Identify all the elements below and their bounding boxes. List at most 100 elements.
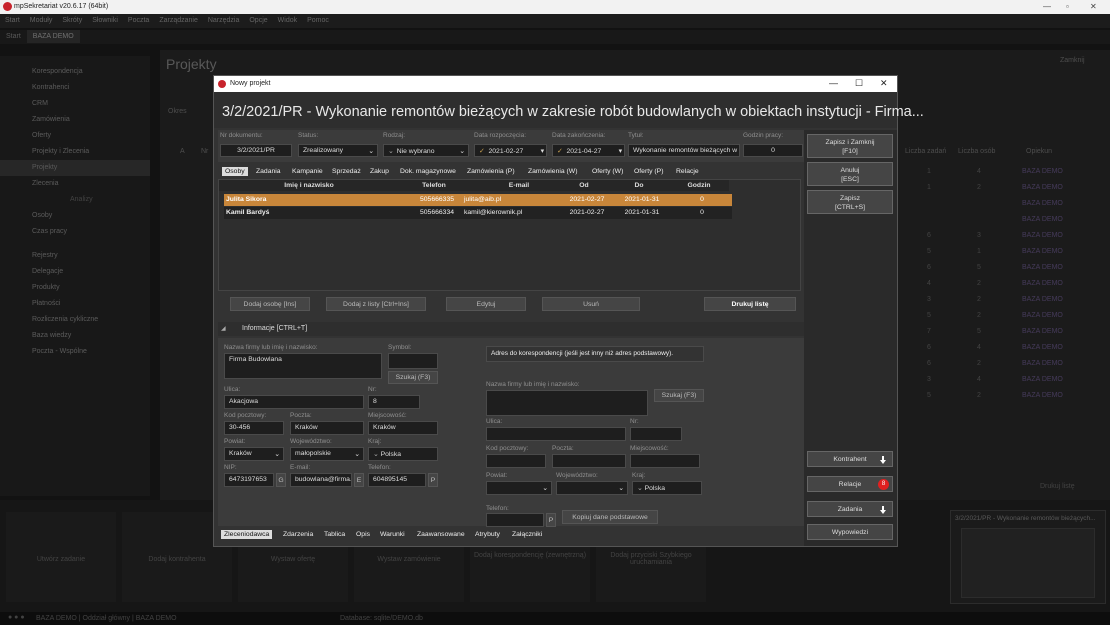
correspondence-phone-button[interactable]: P — [546, 513, 556, 527]
end-date-value: 2021-04-27 — [566, 148, 602, 155]
info-section-label: Informacje [CTRL+T] — [242, 325, 308, 332]
column-header: E-mail — [508, 182, 530, 189]
relations-button[interactable]: Relacje 8 — [807, 476, 893, 492]
tab-zdarzenia[interactable]: Zdarzenia — [283, 531, 313, 538]
email-field[interactable]: budowlana@firma. — [290, 473, 352, 487]
tab-oferty-p[interactable]: Oferty (P) — [634, 168, 663, 175]
client-name-field[interactable]: Firma Budowlana — [224, 353, 382, 379]
type-select[interactable]: ⌄ Nie wybrano ⌄ — [383, 144, 469, 157]
voivodeship-select[interactable]: małopolskie ⌄ — [290, 447, 364, 461]
status-select[interactable]: Zrealizowany ⌄ — [298, 144, 378, 157]
end-date-field[interactable]: ✓ 2021-04-27 ▾ — [552, 144, 625, 157]
correspondence-search-button[interactable]: Szukaj (F3) — [654, 389, 704, 402]
tab-kampanie[interactable]: Kampanie — [292, 168, 323, 175]
tab-sprzedaz[interactable]: Sprzedaż — [332, 168, 361, 175]
correspondence-post-office-field[interactable] — [552, 454, 626, 468]
correspondence-city-field[interactable] — [630, 454, 700, 468]
tab-zalaczniki[interactable]: Załączniki — [512, 531, 542, 538]
checkbox-icon[interactable]: ✓ — [479, 148, 485, 155]
tab-opis[interactable]: Opis — [356, 531, 370, 538]
nip-lookup-button[interactable]: G — [276, 473, 286, 487]
close-icon[interactable]: ✕ — [1090, 2, 1097, 11]
tab-warunki[interactable]: Warunki — [380, 531, 405, 538]
dialog-maximize-icon[interactable]: ☐ — [855, 78, 863, 89]
tab-tablica[interactable]: Tablica — [324, 531, 345, 538]
post-office-field[interactable]: Kraków — [290, 421, 364, 435]
add-person-button[interactable]: Dodaj osobę [Ins] — [230, 297, 310, 311]
add-from-list-button[interactable]: Dodaj z listy [Ctrl+Ins] — [326, 297, 426, 311]
postal-code-field[interactable]: 30-456 — [224, 421, 284, 435]
country-field[interactable]: ⌄ Polska — [368, 447, 438, 461]
search-button[interactable]: Szukaj (F3) — [388, 371, 438, 384]
correspondence-name-field[interactable] — [486, 390, 648, 416]
minimize-icon[interactable]: — — [1043, 2, 1051, 11]
county-select[interactable]: Kraków ⌄ — [224, 447, 284, 461]
tab-zakup[interactable]: Zakup — [370, 168, 389, 175]
cell-phone: 505666335 — [419, 196, 455, 203]
start-date-field[interactable]: ✓ 2021-02-27 ▾ — [474, 144, 547, 157]
calendar-dropdown-icon[interactable]: ▾ — [619, 147, 622, 155]
correspondence-postal-field[interactable] — [486, 454, 546, 468]
collapse-icon[interactable]: ◢ — [221, 325, 226, 332]
street-field[interactable]: Akacjowa — [224, 395, 364, 409]
cancel-button[interactable]: Anuluj [ESC] — [807, 162, 893, 186]
symbol-field[interactable] — [388, 353, 438, 369]
cell-hours: 0 — [700, 196, 704, 203]
field-label: Kod pocztowy: — [486, 445, 529, 452]
phone-button[interactable]: P — [428, 473, 438, 487]
edit-button[interactable]: Edytuj — [446, 297, 526, 311]
field-label: Województwo: — [290, 438, 332, 445]
save-and-close-button[interactable]: Zapisz i Zamknij [F10] — [807, 134, 893, 158]
work-hours-field[interactable]: 0 — [743, 144, 803, 157]
table-row[interactable]: Julita Sikora 505666335 julita@aib.pl 20… — [224, 194, 732, 206]
calendar-dropdown-icon[interactable]: ▾ — [541, 147, 544, 155]
tab-oferty-w[interactable]: Oferty (W) — [592, 168, 623, 175]
correspondence-street-field[interactable] — [486, 427, 626, 441]
tab-zamowienia-p[interactable]: Zamówienia (P) — [467, 168, 515, 175]
field-label: Nr: — [368, 386, 377, 393]
cell-name: Kamil Bardyś — [226, 209, 270, 216]
print-list-button[interactable]: Drukuj listę — [704, 297, 796, 311]
notification-badge: 8 — [878, 479, 889, 490]
app-logo-icon — [3, 2, 12, 11]
chevron-down-icon: ⌄ — [373, 451, 379, 458]
copy-basic-data-button[interactable]: Kopiuj dane podstawowe — [562, 510, 658, 524]
save-button[interactable]: Zapisz [CTRL+S] — [807, 190, 893, 214]
cell-name: Julita Sikora — [226, 196, 267, 203]
type-value: Nie wybrano — [396, 148, 435, 155]
checkbox-icon[interactable]: ✓ — [557, 148, 563, 155]
title-field[interactable]: Wykonanie remontów bieżących w — [628, 144, 740, 157]
cell-hours: 0 — [700, 209, 704, 216]
tab-zleceniodawca[interactable]: Zleceniodawca — [221, 530, 273, 539]
tab-zadania[interactable]: Zadania — [256, 168, 281, 175]
phone-field[interactable]: 604895145 — [368, 473, 426, 487]
tab-atrybuty[interactable]: Atrybuty — [475, 531, 500, 538]
correspondence-country-field[interactable]: ⌄ Polska — [632, 481, 702, 495]
tab-zaawansowane[interactable]: Zaawansowane — [417, 531, 465, 538]
tab-dok-magazynowe[interactable]: Dok. magazynowe — [400, 168, 456, 175]
tab-zamowienia-w[interactable]: Zamówienia (W) — [528, 168, 577, 175]
tasks-button[interactable]: Zadania — [807, 501, 893, 517]
dialog-minimize-icon[interactable]: — — [829, 78, 838, 88]
nip-field[interactable]: 6473197653 — [224, 473, 274, 487]
correspondence-voivodeship-select[interactable]: ⌄ — [556, 481, 628, 495]
maximize-icon[interactable]: ▫ — [1066, 2, 1069, 11]
email-button[interactable]: E — [354, 473, 364, 487]
correspondence-phone-field[interactable] — [486, 513, 544, 527]
house-number-field[interactable]: 8 — [368, 395, 420, 409]
statements-button[interactable]: Wypowiedzi — [807, 524, 893, 540]
correspondence-number-field[interactable] — [630, 427, 682, 441]
correspondence-county-select[interactable]: ⌄ — [486, 481, 552, 495]
kontrahent-button[interactable]: Kontrahent — [807, 451, 893, 467]
info-section-header[interactable]: ◢ Informacje [CTRL+T] — [218, 322, 805, 336]
tab-relacje[interactable]: Relacje — [676, 168, 699, 175]
client-info-panel: Nazwa firmy lub imię i nazwisko: Firma B… — [218, 338, 805, 527]
delete-button[interactable]: Usuń — [542, 297, 640, 311]
dialog-close-icon[interactable]: ✕ — [880, 78, 888, 89]
tab-osoby[interactable]: Osoby — [222, 167, 248, 176]
document-number-field[interactable]: 3/2/2021/PR — [220, 144, 292, 157]
city-field[interactable]: Kraków — [368, 421, 438, 435]
field-label: Ulica: — [486, 418, 503, 425]
field-label: Kraj: — [632, 472, 646, 479]
table-row[interactable]: Kamil Bardyś 505666334 kamil@kierownik.p… — [224, 207, 732, 219]
